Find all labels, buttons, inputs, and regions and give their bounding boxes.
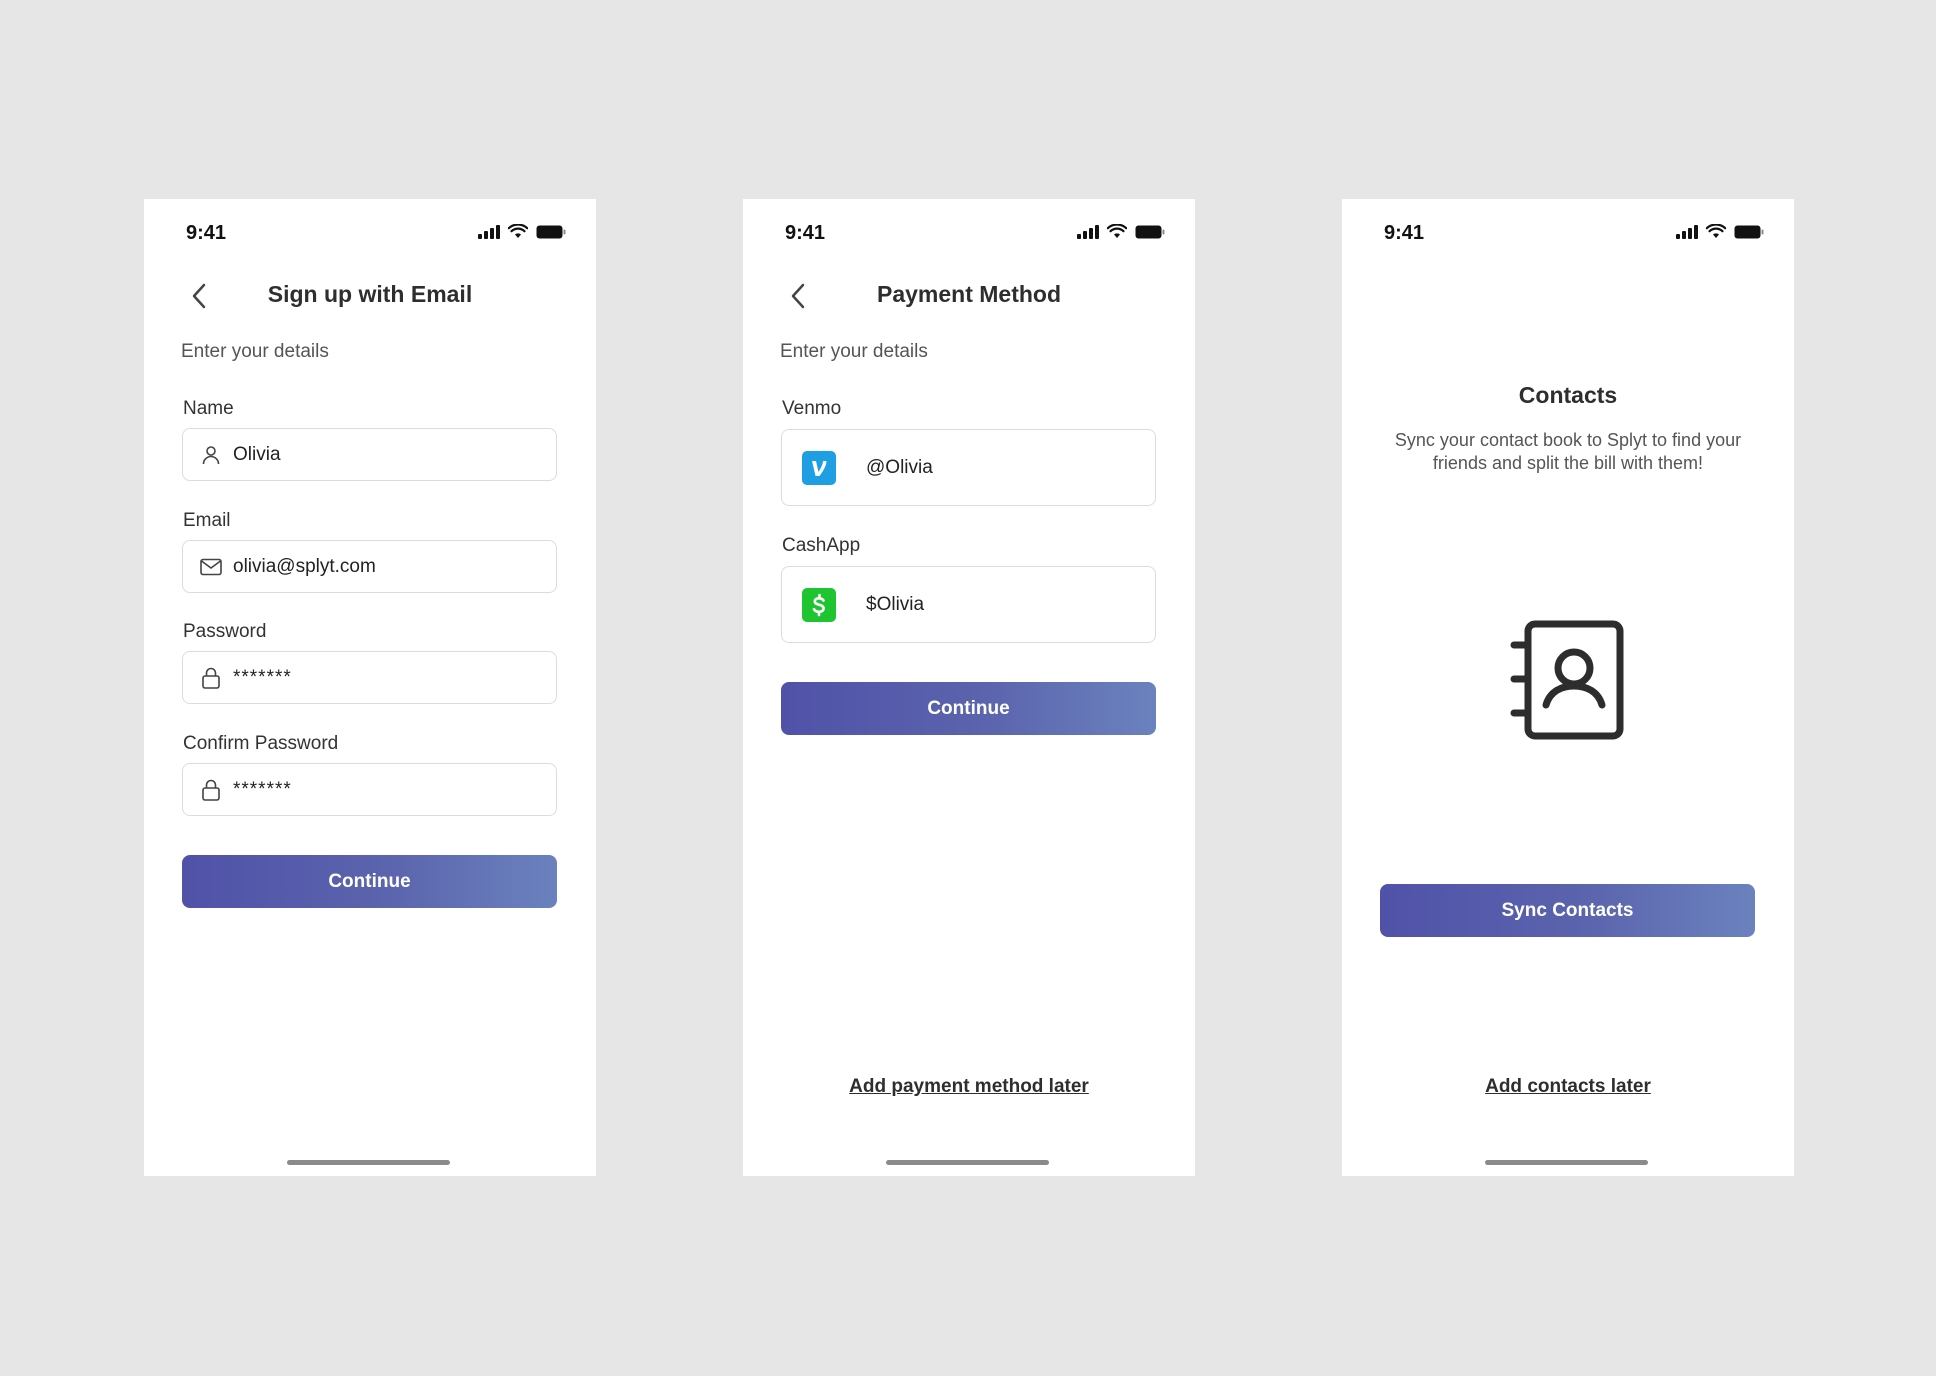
cashapp-logo-icon bbox=[802, 587, 836, 622]
status-time: 9:41 bbox=[186, 222, 227, 244]
add-contacts-later-link-container: Add contacts later bbox=[1342, 1076, 1794, 1098]
user-icon bbox=[199, 443, 223, 467]
status-bar: 9:41 bbox=[743, 199, 1195, 265]
sync-contacts-button[interactable]: Sync Contacts bbox=[1380, 884, 1755, 937]
confirm-password-label: Confirm Password bbox=[183, 733, 339, 754]
page-title: Sign up with Email bbox=[267, 281, 473, 307]
status-time: 9:41 bbox=[1384, 222, 1425, 244]
venmo-logo-icon bbox=[802, 450, 836, 485]
subtitle: Enter your details bbox=[780, 341, 928, 362]
continue-button[interactable]: Continue bbox=[781, 682, 1156, 735]
battery-icon bbox=[1734, 225, 1764, 238]
subtitle: Enter your details bbox=[181, 341, 329, 362]
email-field[interactable]: olivia@splyt.com bbox=[182, 540, 557, 593]
battery-icon bbox=[1135, 225, 1165, 238]
contacts-description: Sync your contact book to Splyt to find … bbox=[1394, 430, 1742, 473]
status-time: 9:41 bbox=[785, 222, 826, 244]
status-bar: 9:41 bbox=[1342, 199, 1794, 265]
status-icons bbox=[1676, 224, 1764, 239]
continue-button[interactable]: Continue bbox=[182, 855, 557, 908]
email-label: Email bbox=[183, 510, 231, 531]
nav-bar: Sign up with Email bbox=[144, 271, 596, 319]
battery-icon bbox=[536, 225, 566, 238]
contacts-screen: 9:41 Contacts Sync your contact book to … bbox=[1342, 199, 1794, 1176]
page-title: Contacts bbox=[1518, 382, 1618, 408]
signal-icon bbox=[478, 224, 500, 239]
venmo-field[interactable]: @Olivia bbox=[781, 429, 1156, 506]
add-contacts-later-link[interactable]: Add contacts later bbox=[1485, 1076, 1651, 1097]
home-indicator bbox=[886, 1160, 1049, 1165]
confirm-password-field[interactable]: ******* bbox=[182, 763, 557, 816]
venmo-value: @Olivia bbox=[866, 456, 933, 478]
payment-method-screen: 9:41 Payment Method Enter your details V… bbox=[743, 199, 1195, 1176]
page-title: Payment Method bbox=[876, 281, 1062, 307]
password-field[interactable]: ******* bbox=[182, 651, 557, 704]
home-indicator bbox=[287, 1160, 450, 1165]
signal-icon bbox=[1077, 224, 1099, 239]
venmo-label: Venmo bbox=[782, 398, 842, 419]
home-indicator bbox=[1485, 1160, 1648, 1165]
signup-screen: 9:41 Sign up with Email Enter your detai… bbox=[144, 199, 596, 1176]
password-value: ******* bbox=[233, 666, 292, 688]
status-bar: 9:41 bbox=[144, 199, 596, 265]
wifi-icon bbox=[1107, 224, 1127, 238]
contact-book-icon bbox=[1510, 619, 1626, 741]
wifi-icon bbox=[1706, 224, 1726, 238]
cashapp-field[interactable]: $Olivia bbox=[781, 566, 1156, 643]
cashapp-label: CashApp bbox=[782, 535, 861, 556]
status-icons bbox=[1077, 224, 1165, 239]
name-label: Name bbox=[183, 398, 234, 419]
mail-icon bbox=[199, 555, 223, 579]
nav-bar: Payment Method bbox=[743, 271, 1195, 319]
confirm-password-value: ******* bbox=[233, 778, 292, 800]
status-icons bbox=[478, 224, 566, 239]
name-field[interactable]: Olivia bbox=[182, 428, 557, 481]
add-payment-later-link[interactable]: Add payment method later bbox=[849, 1076, 1089, 1097]
cashapp-value: $Olivia bbox=[866, 593, 925, 615]
lock-icon bbox=[199, 778, 223, 802]
email-value: olivia@splyt.com bbox=[233, 555, 376, 577]
password-label: Password bbox=[183, 621, 267, 642]
lock-icon bbox=[199, 666, 223, 690]
signal-icon bbox=[1676, 224, 1698, 239]
name-value: Olivia bbox=[233, 443, 281, 465]
wifi-icon bbox=[508, 224, 528, 238]
add-payment-later-link-container: Add payment method later bbox=[743, 1076, 1195, 1098]
